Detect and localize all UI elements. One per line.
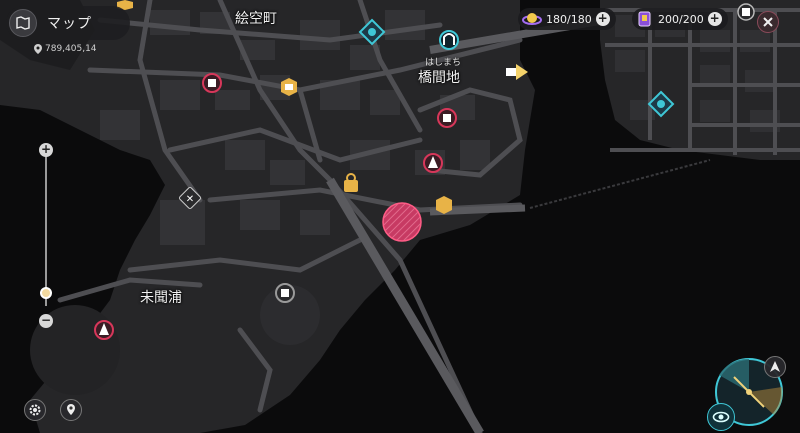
shrine-icon-2[interactable] xyxy=(437,108,457,128)
locate-button[interactable] xyxy=(60,399,82,421)
card-stack-icon xyxy=(638,11,651,27)
place-label-mimaura: 未聞浦 xyxy=(140,290,182,306)
zoom-slider-track[interactable] xyxy=(45,156,47,306)
eye-view-button[interactable] xyxy=(707,403,735,431)
teleport-gate-icon[interactable] xyxy=(439,30,459,50)
map-canvas[interactable]: ✕ xyxy=(0,0,800,433)
tower-icon-2[interactable] xyxy=(94,320,114,340)
card-resource: 200/200 + xyxy=(632,8,728,30)
map-fold-button[interactable] xyxy=(9,9,37,37)
card-add-button[interactable]: + xyxy=(707,12,722,26)
restricted-zone-marker[interactable] xyxy=(382,202,422,242)
svg-text:✕: ✕ xyxy=(186,194,194,205)
place-label-ekuucho: 絵空町 xyxy=(235,11,277,27)
stamina-orb-icon xyxy=(522,13,542,25)
coordinates-readout: 789,405,14 xyxy=(34,44,97,54)
close-map-button[interactable] xyxy=(757,11,779,33)
locate-icon xyxy=(67,404,75,415)
place-label-hashimachi: 橋間地 xyxy=(418,70,460,86)
map-fold-icon xyxy=(16,16,30,30)
shrine-icon-1[interactable] xyxy=(202,73,222,93)
coordinates-text: 789,405,14 xyxy=(45,44,97,54)
card-value: 200/200 xyxy=(658,12,704,26)
north-arrow-icon xyxy=(770,361,780,372)
eye-icon xyxy=(712,411,730,423)
shrine-icon-3[interactable] xyxy=(275,283,295,303)
settings-button[interactable] xyxy=(24,399,46,421)
close-icon xyxy=(763,17,773,27)
map-header: マップ xyxy=(6,6,130,40)
page-title: マップ xyxy=(47,16,92,32)
stamina-value: 180/180 xyxy=(546,12,592,26)
gear-icon xyxy=(29,404,41,416)
zoom-out-button[interactable]: − xyxy=(39,314,53,328)
zoom-in-button[interactable]: + xyxy=(39,143,53,157)
location-icon-ne[interactable] xyxy=(737,3,755,21)
north-indicator-button[interactable] xyxy=(764,356,786,378)
location-pin-icon xyxy=(34,44,42,54)
tower-icon-1[interactable] xyxy=(423,153,443,173)
stamina-add-button[interactable]: + xyxy=(595,12,610,26)
stamina-resource: 180/180 + xyxy=(518,8,616,30)
